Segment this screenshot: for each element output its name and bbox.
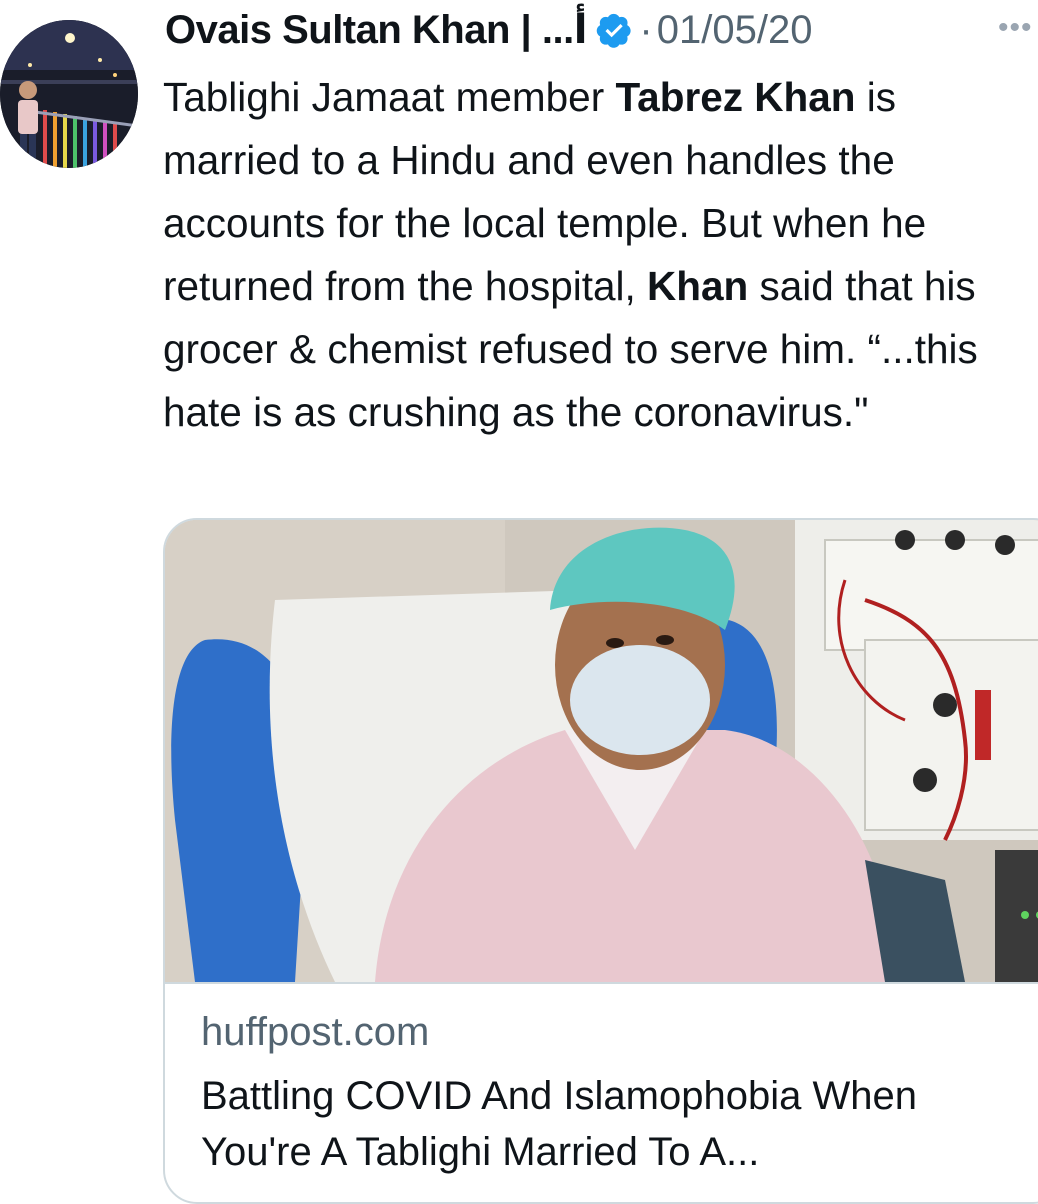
tweet-timestamp[interactable]: 01/05/20: [657, 8, 813, 53]
tweet-text-bold: Tabrez Khan: [615, 74, 856, 120]
author-avatar[interactable]: [0, 20, 138, 168]
card-title: Battling COVID And Islamophobia When You…: [201, 1074, 917, 1174]
more-options-icon[interactable]: •••: [998, 13, 1038, 43]
link-preview-card[interactable]: huffpost.com Battling COVID And Islamoph…: [163, 518, 1038, 1204]
card-domain: huffpost.com: [201, 1010, 430, 1054]
author-display-name[interactable]: Ovais Sultan Khan | ...أ: [165, 7, 588, 53]
tweet-text: Tablighi Jamaat member Tabrez Khan is ma…: [163, 66, 1038, 444]
tweet-header: Ovais Sultan Khan | ...أ · 01/05/20: [165, 4, 812, 56]
tweet-text-segment: Tablighi Jamaat member: [163, 74, 616, 120]
tweet-text-bold: Khan: [647, 263, 749, 309]
verified-badge-icon: [595, 11, 633, 49]
header-separator: ·: [639, 7, 653, 52]
article-photo: [165, 520, 1038, 984]
